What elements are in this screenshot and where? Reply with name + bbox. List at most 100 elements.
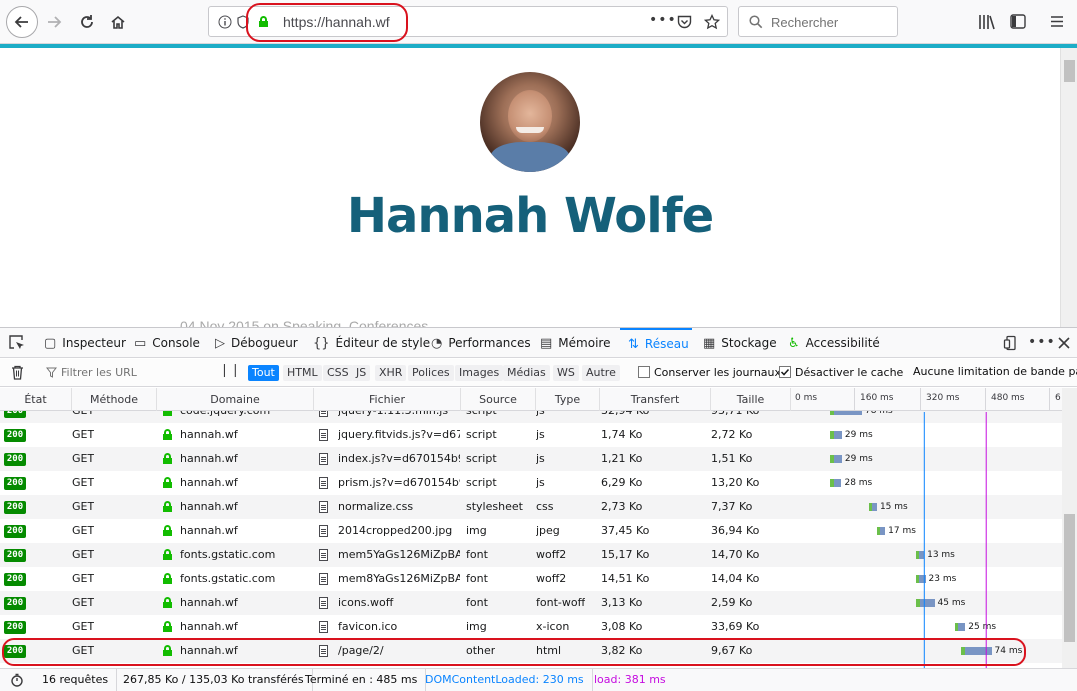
element-picker-button[interactable] (8, 334, 28, 352)
reload-button[interactable] (73, 8, 101, 36)
tab-network[interactable]: ⇅ Réseau (620, 328, 692, 358)
bookmark-star-icon[interactable] (704, 14, 720, 30)
requests-table-body: 200 GET code.jquery.com jquery-1.11.3.min.j… (0, 411, 1062, 668)
filter-type-ws[interactable]: WS (553, 365, 579, 381)
waterfall-bar (868, 503, 877, 511)
tab-debugger[interactable]: ▷ Débogueur (215, 328, 298, 358)
clear-trash-icon[interactable] (11, 365, 24, 380)
stopwatch-icon[interactable] (10, 673, 24, 687)
sidebar-icon[interactable] (1010, 14, 1026, 29)
tab-performance[interactable]: ◔ Performances (431, 328, 531, 358)
status-badge: 200 (4, 429, 26, 442)
filter-type-tout[interactable]: Tout (248, 365, 279, 381)
console-icon: ▭ (134, 335, 147, 351)
summary-requests: 16 requêtes (34, 669, 118, 691)
type-cell: js (536, 428, 545, 441)
size-cell: 33,69 Ko (711, 620, 760, 633)
network-filterbar: Filtrer les URL ❘❘ Tout HTML CSS JS XHR Polic… (0, 359, 1077, 387)
tab-memory[interactable]: ▤ Mémoire (540, 328, 610, 358)
timeline-tick: 6 (1055, 393, 1061, 403)
timeline-gridline (1049, 388, 1050, 411)
tab-accessibility[interactable]: ♿ Accessibilité (788, 328, 880, 358)
pocket-icon[interactable] (677, 15, 692, 29)
filter-type-polices[interactable]: Polices (408, 365, 454, 381)
throttling-select[interactable]: Aucune limitation de bande passante (913, 365, 1077, 378)
home-button[interactable] (104, 8, 132, 36)
page-actions-icon[interactable]: ••• (649, 12, 677, 28)
pause-icon[interactable]: ❘❘ (219, 363, 241, 378)
table-row[interactable]: 200 GET hannah.wf 2014cropped200.jpg img jpeg… (0, 519, 1062, 543)
filter-type-images[interactable]: Images (455, 365, 504, 381)
col-file[interactable]: Fichier (314, 388, 461, 411)
table-row[interactable]: 200 GET hannah.wf jquery.fitvids.js?v=d67..… (0, 423, 1062, 447)
col-type[interactable]: Type (536, 388, 600, 411)
table-row[interactable]: 200 GET hannah.wf normalize.css stylesheet cs… (0, 495, 1062, 519)
forward-button[interactable] (40, 8, 68, 36)
source-cell: font (466, 548, 488, 561)
info-icon[interactable] (218, 15, 232, 29)
tab-console[interactable]: ▭ Console (134, 328, 200, 358)
col-source[interactable]: Source (461, 388, 536, 411)
filter-funnel-icon (46, 367, 57, 378)
timeline-gridline (920, 388, 921, 411)
col-transfer[interactable]: Transfert (600, 388, 711, 411)
status-badge: 200 (4, 525, 26, 538)
status-badge: 200 (4, 621, 26, 634)
col-size[interactable]: Taille (711, 388, 791, 411)
url-filter-input[interactable]: Filtrer les URL (61, 366, 137, 379)
col-domain[interactable]: Domaine (157, 388, 314, 411)
col-method[interactable]: Méthode (72, 388, 157, 411)
page-scrollbar[interactable] (1060, 48, 1077, 327)
source-cell: script (466, 476, 497, 489)
size-cell: 7,37 Ko (711, 500, 753, 513)
waterfall-bar (916, 599, 935, 607)
waterfall-time-label: 28 ms (844, 478, 873, 488)
filter-type-css[interactable]: CSS (323, 365, 353, 381)
status-badge: 200 (4, 453, 26, 466)
table-row[interactable]: 200 GET fonts.gstatic.com mem8YaGs126MiZpBA… (0, 567, 1062, 591)
transfer-cell: 3,13 Ko (601, 596, 643, 609)
summary-transferred: 267,85 Ko / 135,03 Ko transférés (115, 669, 313, 691)
table-row[interactable]: 200 GET code.jquery.com jquery-1.11.3.min.j… (0, 411, 1062, 423)
status-badge: 200 (4, 477, 26, 490)
tab-storage[interactable]: ▦ Stockage (703, 328, 777, 358)
menu-icon[interactable] (1050, 15, 1064, 28)
file-cell: 2014cropped200.jpg (338, 524, 453, 537)
requests-scrollbar[interactable] (1062, 388, 1077, 668)
filter-type-médias[interactable]: Médias (503, 365, 550, 381)
filter-type-xhr[interactable]: XHR (375, 365, 407, 381)
tab-inspector[interactable]: ▢ Inspecteur (44, 328, 126, 358)
devtools-tabbar: ▢ Inspecteur ▭ Console ▷ Débogueur {} Éditeur d… (0, 328, 1077, 358)
table-row[interactable]: 200 GET hannah.wf index.js?v=d670154b94 scri… (0, 447, 1062, 471)
source-cell: stylesheet (466, 500, 523, 513)
size-cell: 14,04 Ko (711, 572, 760, 585)
table-row[interactable]: 200 GET hannah.wf icons.woff font font-woff 3,… (0, 591, 1062, 615)
table-row[interactable]: 200 GET hannah.wf favicon.ico img x-icon 3,08 … (0, 615, 1062, 639)
type-cell: js (536, 476, 545, 489)
method-cell: GET (72, 596, 95, 609)
disable-cache-checkbox[interactable] (779, 366, 791, 378)
network-summary-bar: 16 requêtes 267,85 Ko / 135,03 Ko transf… (0, 668, 1077, 691)
col-status[interactable]: État (0, 388, 72, 411)
table-row[interactable]: 200 GET fonts.gstatic.com mem5YaGs126MiZpBA… (0, 543, 1062, 567)
close-icon[interactable] (1058, 337, 1070, 349)
search-bar[interactable]: Rechercher (738, 6, 898, 37)
table-row[interactable]: 200 GET hannah.wf prism.js?v=d670154b94 scri… (0, 471, 1062, 495)
back-button[interactable] (6, 6, 38, 38)
transfer-cell: 32,94 Ko (601, 411, 649, 423)
summary-domcontentloaded: DOMContentLoaded: 230 ms (417, 669, 593, 691)
method-cell: GET (72, 524, 95, 537)
file-icon (319, 477, 328, 489)
waterfall-bar (830, 431, 842, 439)
search-placeholder: Rechercher (771, 15, 839, 30)
waterfall-bar (830, 411, 862, 415)
library-icon[interactable] (978, 14, 996, 30)
dock-toggle-icon[interactable] (1003, 335, 1019, 351)
filter-type-js[interactable]: JS (352, 365, 371, 381)
tab-style-editor[interactable]: {} Éditeur de style (313, 328, 430, 358)
persist-logs-checkbox[interactable] (638, 366, 650, 378)
filter-type-autre[interactable]: Autre (582, 365, 620, 381)
file-cell: mem5YaGs126MiZpBA... (338, 548, 460, 561)
devtools-more-icon[interactable]: ••• (1028, 334, 1056, 350)
filter-type-html[interactable]: HTML (283, 365, 322, 381)
